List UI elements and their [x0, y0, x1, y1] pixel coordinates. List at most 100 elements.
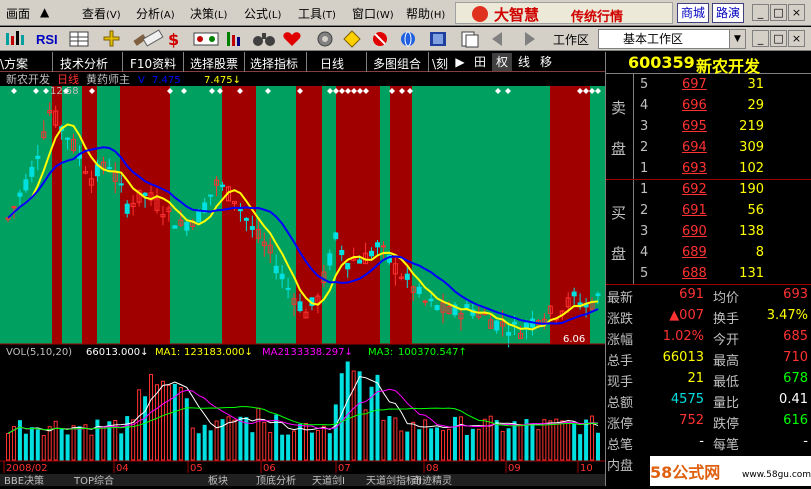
- candle-body: [369, 250, 375, 257]
- right-arrow-icon[interactable]: [525, 32, 535, 46]
- volume: 131: [739, 266, 764, 281]
- stat-row: 涨幅 1.02% 今开 685: [606, 327, 811, 348]
- binoculars-icon[interactable]: [253, 33, 275, 46]
- price: 689: [682, 245, 707, 260]
- buy-row[interactable]: 3 690 138: [606, 222, 811, 242]
- candle-body: [422, 300, 428, 303]
- docs-icon[interactable]: [461, 31, 479, 48]
- move-button[interactable]: 移: [536, 53, 556, 71]
- stat-label: 内盘: [607, 459, 634, 474]
- volume-bar: [470, 428, 475, 461]
- maximize-button[interactable]: □: [770, 4, 787, 21]
- tab-daily[interactable]: 日线: [320, 55, 344, 72]
- candle-body: [237, 209, 243, 212]
- volume-bar: [119, 433, 124, 461]
- volume-bar: [77, 426, 82, 461]
- buy-row[interactable]: 1 692 190: [606, 180, 811, 200]
- sell-row[interactable]: 2 694 309: [606, 138, 811, 158]
- volume-bar: [476, 428, 481, 461]
- v-label: V: [138, 75, 145, 86]
- tab-scheme[interactable]: \方案: [0, 55, 28, 72]
- watermark-url: www.58gu.com: [742, 470, 811, 480]
- sub-close-button[interactable]: ×: [788, 30, 805, 47]
- line-button[interactable]: 线: [514, 53, 534, 71]
- volume-bar: [238, 416, 243, 461]
- stat-row: 涨跌 ▲007 换手 3.47%: [606, 306, 811, 327]
- globe-icon[interactable]: [401, 31, 415, 47]
- toolbar: RSI $ 工作区 基本工作区 ▼ _ □ ×: [0, 27, 811, 51]
- menu-view[interactable]: 查看(V): [82, 5, 121, 22]
- grid-icon[interactable]: 田: [470, 53, 490, 71]
- tab-select-stock[interactable]: 选择股票: [190, 55, 238, 72]
- close-button[interactable]: ×: [788, 4, 805, 21]
- menu-decision[interactable]: 决策(L): [190, 5, 227, 22]
- volume-bar: [89, 434, 94, 461]
- volume-bar: [351, 370, 356, 461]
- candle-body: [333, 232, 339, 240]
- bottom-tab: 顶底分析: [256, 474, 296, 486]
- volume-bar: [566, 421, 571, 461]
- book-icon[interactable]: [430, 32, 446, 46]
- sub-minimize-button[interactable]: _: [752, 30, 769, 47]
- function-tab-bar: \方案 技术分析 F10资料 选择股票 选择指标 日线 多图组合 \刻 ▶ 田 …: [0, 52, 605, 72]
- menu-analysis[interactable]: 分析(A): [136, 5, 175, 22]
- menu-screen[interactable]: 画面: [6, 5, 30, 22]
- mall-button[interactable]: 商城: [677, 3, 709, 23]
- workarea-select[interactable]: 基本工作区 ▼: [598, 29, 746, 49]
- roadshow-button[interactable]: 路演: [712, 3, 744, 23]
- ruler-icon[interactable]: [142, 29, 164, 47]
- gear-icon[interactable]: [317, 31, 333, 47]
- tab-tech-analysis[interactable]: 技术分析: [60, 55, 108, 72]
- sell-row[interactable]: 3 695 219: [606, 117, 811, 137]
- buy-row[interactable]: 5 688 131: [606, 264, 811, 284]
- volume-bar: [441, 430, 446, 461]
- dollar-icon[interactable]: $: [168, 30, 179, 49]
- volume-bar: [494, 420, 499, 461]
- level: 1: [640, 182, 649, 197]
- tab-overflow[interactable]: \刻: [432, 55, 448, 72]
- bars-icon[interactable]: [227, 32, 240, 46]
- kline-chart-area[interactable]: 2008/02 04 05 06 07 08 09 10 新农开发 日线 黄药师主 V 7.4…: [0, 72, 605, 487]
- tab-multi-chart[interactable]: 多图组合: [373, 55, 421, 72]
- bottom-tab: 奇迹精灵: [412, 474, 452, 486]
- stat-label: 最低: [713, 375, 740, 390]
- menu-tools[interactable]: 工具(T): [298, 5, 336, 22]
- buy-row[interactable]: 4 689 8: [606, 243, 811, 263]
- candle-body: [106, 167, 112, 170]
- chart-icon[interactable]: [6, 31, 24, 45]
- volume-bar: [250, 432, 255, 461]
- heart-icon[interactable]: [283, 32, 301, 46]
- stat-value: -: [699, 434, 704, 449]
- menu-help[interactable]: 帮助(H): [406, 5, 445, 22]
- sell-row[interactable]: 5 697 31: [606, 75, 811, 95]
- bottom-tab: 天道剑I: [312, 474, 345, 486]
- minimize-button[interactable]: _: [752, 4, 769, 21]
- table-icon[interactable]: [69, 31, 89, 47]
- volume-bar: [327, 433, 332, 461]
- sell-row[interactable]: 1 693 102: [606, 159, 811, 179]
- play-icon[interactable]: ▶: [450, 53, 470, 71]
- stat-row: 最新 691 均价 693: [606, 285, 811, 306]
- chevron-down-icon[interactable]: ▼: [729, 30, 745, 48]
- block-icon[interactable]: [373, 32, 387, 46]
- volume-bar: [333, 404, 338, 461]
- volume-bar: [387, 416, 392, 461]
- menu-caret[interactable]: ▲: [40, 5, 49, 19]
- rsi-icon[interactable]: RSI: [34, 30, 64, 48]
- tab-f10[interactable]: F10资料: [130, 55, 176, 72]
- stat-label: 最高: [713, 354, 740, 369]
- flag-icon[interactable]: [193, 32, 219, 46]
- volume-bar: [530, 423, 535, 461]
- menu-window[interactable]: 窗口(W): [352, 5, 394, 22]
- buy-row[interactable]: 2 691 56: [606, 201, 811, 221]
- tab-select-indicator[interactable]: 选择指标: [250, 55, 298, 72]
- sub-maximize-button[interactable]: □: [770, 30, 787, 47]
- sell-row[interactable]: 4 696 29: [606, 96, 811, 116]
- menu-formula[interactable]: 公式(L): [244, 5, 281, 22]
- watermark: 58公式网 www.58gu.com: [650, 456, 811, 486]
- cross-icon[interactable]: [103, 30, 120, 47]
- rights-button[interactable]: 权: [492, 53, 512, 71]
- diamond-icon[interactable]: [343, 30, 361, 48]
- left-arrow-icon[interactable]: [492, 32, 502, 46]
- volume-bar: [452, 416, 457, 461]
